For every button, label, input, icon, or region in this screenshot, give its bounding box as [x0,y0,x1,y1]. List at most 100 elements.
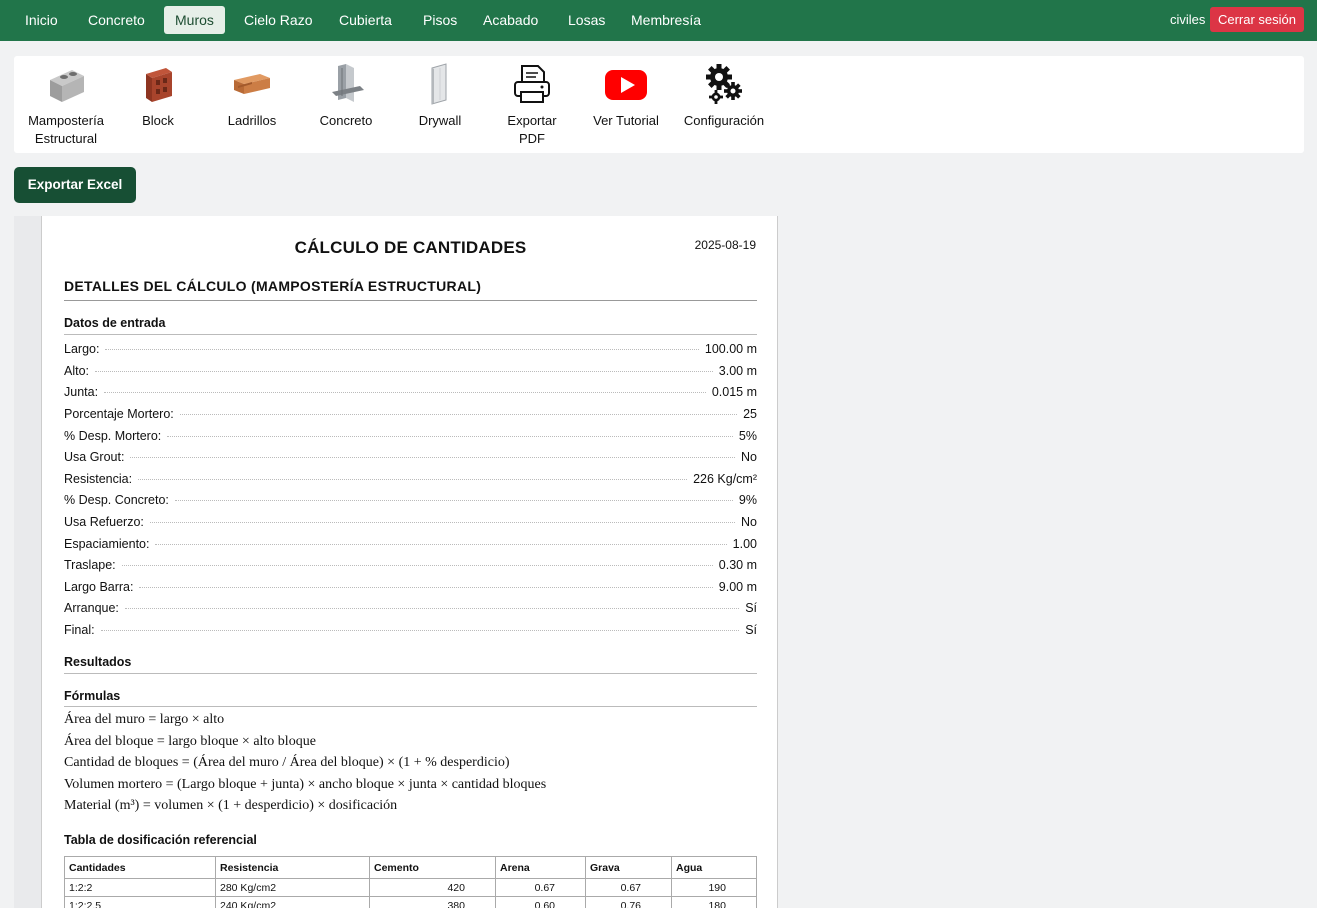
nav-tab-inicio[interactable]: Inicio [14,6,69,34]
column-header: Agua [671,856,757,879]
input-label: Usa Refuerzo: [64,515,144,529]
input-label: Arranque: [64,601,119,615]
dot-leader [167,436,733,437]
tool-drywall[interactable]: Drywall [410,62,470,130]
nav-tab-pisos[interactable]: Pisos [412,6,468,34]
report-title: CÁLCULO DE CANTIDADES [294,238,527,257]
report-date: 2025-08-19 [694,238,756,252]
dot-leader [139,587,713,588]
gears-icon [706,64,742,104]
input-row: % Desp. Concreto: 9% [64,493,757,509]
tool-concreto[interactable]: Concreto [316,62,376,130]
input-label: % Desp. Mortero: [64,429,162,443]
nav-tab-concreto[interactable]: Concreto [77,6,156,34]
table-cell: 1:2:2.5 [64,896,216,908]
input-row: Largo: 100.00 m [64,342,757,358]
nav-tab-acabado[interactable]: Acabado [472,6,549,34]
dosage-table: Cantidades Resistencia Cemento Arena Gra… [64,856,757,908]
input-label: Final: [64,623,95,637]
tool-mamposteria-estructural[interactable]: Mampostería Estructural [24,62,108,148]
report-subtitle: DETALLES DEL CÁLCULO (MAMPOSTERÍA ESTRUC… [64,278,482,294]
input-value: 9.00 m [718,580,757,594]
column-header: Resistencia [215,856,370,879]
divider [64,334,757,335]
column-header: Cemento [369,856,496,879]
column-header: Arena [495,856,586,879]
tool-label: PDF [519,131,545,146]
nav-tab-cubierta[interactable]: Cubierta [328,6,403,34]
logout-button[interactable]: Cerrar sesión [1210,7,1304,32]
input-row: Porcentaje Mortero: 25 [64,407,757,423]
tool-ladrillos[interactable]: Ladrillos [218,62,286,130]
dot-leader [124,608,740,609]
input-value: 0.30 m [718,558,757,572]
tool-label: Mampostería [28,113,104,128]
tool-label: Ver Tutorial [593,113,659,128]
dot-leader [100,630,740,631]
input-value: 5% [738,429,757,443]
input-value: 226 Kg/cm² [693,472,757,486]
input-value: 0.015 m [711,385,757,399]
input-value: Sí [745,623,757,637]
table-cell: 280 Kg/cm2 [215,878,370,897]
table-row: 1:2:2.5 240 Kg/cm2 380 0.60 0.76 180 [64,896,757,908]
input-row: Espaciamiento: 1.00 [64,537,757,553]
table-cell: 0.67 [495,878,586,897]
nav-tab-membresia[interactable]: Membresía [620,6,712,34]
input-label: Usa Grout: [64,450,125,464]
dot-leader [105,349,699,350]
concrete-wall-icon [332,64,364,102]
column-header: Grava [585,856,672,879]
tool-label: Drywall [418,113,462,128]
tool-exportar-pdf[interactable]: Exportar PDF [500,62,564,148]
input-row: Junta: 0.015 m [64,385,757,401]
nav-tab-cielo-razo[interactable]: Cielo Razo [233,6,323,34]
nav-tab-muros[interactable]: Muros [164,6,225,34]
tool-label: Ladrillos [227,113,277,128]
tool-label: Exportar [507,113,557,128]
input-value: No [741,450,757,464]
input-label: % Desp. Concreto: [64,493,169,507]
top-navbar: Inicio Concreto Muros Cielo Razo Cubiert… [0,0,1317,41]
table-cell: 380 [369,896,496,908]
formula-line: Material (m³) = volumen × (1 + desperdic… [64,798,398,813]
table-header-row: Cantidades Resistencia Cemento Arena Gra… [64,856,757,879]
input-value: No [741,515,757,529]
input-row: Largo Barra: 9.00 m [64,580,757,596]
dot-leader [121,565,713,566]
tool-configuracion[interactable]: Configuración [680,62,768,130]
tool-label: Configuración [683,113,765,128]
report-viewer[interactable]: CÁLCULO DE CANTIDADES 2025-08-19 DETALLE… [14,216,778,908]
dot-leader [155,544,727,545]
formulas-heading: Fórmulas [64,689,121,703]
input-row: Final: Sí [64,623,757,639]
tool-label: Block [142,113,174,128]
tool-label: Estructural [34,131,98,146]
input-label: Traslape: [64,558,116,572]
input-value: 100.00 m [704,342,757,356]
input-label: Porcentaje Mortero: [64,407,174,421]
input-value: 25 [743,407,757,421]
input-value: Sí [745,601,757,615]
cinder-block-icon [50,70,84,102]
input-row: Usa Refuerzo: No [64,515,757,531]
nav-tab-losas[interactable]: Losas [557,6,616,34]
input-label: Largo: [64,342,100,356]
dot-leader [138,479,688,480]
divider [64,673,757,674]
input-row: Alto: 3.00 m [64,364,757,380]
input-value: 3.00 m [718,364,757,378]
table-cell: 0.67 [585,878,672,897]
table-row: 1:2:2 280 Kg/cm2 420 0.67 0.67 190 [64,878,757,897]
table-cell: 1:2:2 [64,878,216,897]
input-label: Resistencia: [64,472,133,486]
export-excel-button[interactable]: Exportar Excel [14,167,136,203]
formula-line: Área del muro = largo × alto [64,712,225,727]
input-row: % Desp. Mortero: 5% [64,429,757,445]
formula-line: Cantidad de bloques = (Área del muro / Á… [64,755,510,770]
tool-ver-tutorial[interactable]: Ver Tutorial [588,62,664,130]
input-label: Alto: [64,364,90,378]
results-heading: Resultados [64,655,132,669]
divider [64,300,757,301]
tool-block[interactable]: Block [128,62,188,130]
